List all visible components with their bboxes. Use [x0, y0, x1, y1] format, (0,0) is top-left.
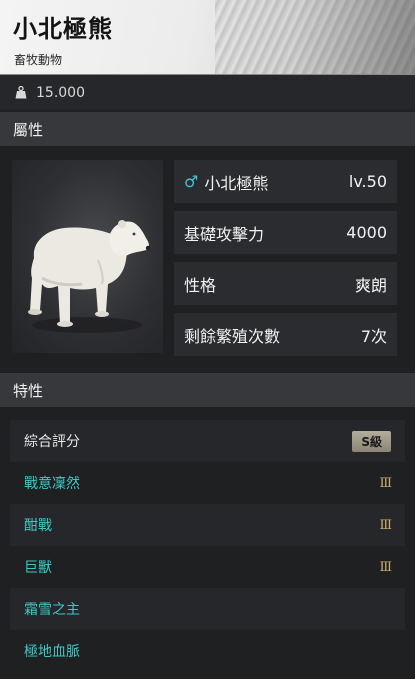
stat-value: 7次	[360, 326, 387, 346]
trait-name: 霜雪之主	[24, 602, 80, 618]
polar-bear-image	[28, 220, 151, 333]
trait-item[interactable]: 巨獸 Ⅲ	[10, 546, 405, 588]
stat-name-level: ♂ 小北極熊 lv.50	[174, 160, 397, 203]
stat-base-attack: 基礎攻擊力 4000	[174, 211, 397, 254]
trait-name: 酣戰	[24, 518, 52, 534]
stat-personality: 性格 爽朗	[174, 262, 397, 305]
page-title: 小北極熊	[13, 15, 113, 43]
trait-item[interactable]: 極地血脈	[10, 630, 405, 672]
stat-breed-remaining: 剩餘繁殖次數 7次	[174, 313, 397, 356]
header-decoration	[215, 0, 415, 74]
trait-name: 極地血脈	[24, 644, 80, 660]
trait-item[interactable]: 霜雪之主	[10, 588, 405, 630]
trait-level: Ⅲ	[379, 475, 392, 491]
trait-name: 巨獸	[24, 560, 52, 576]
trait-level: Ⅲ	[379, 517, 392, 533]
creature-portrait	[12, 160, 163, 353]
weight-icon	[14, 86, 28, 100]
header: 小北極熊 畜牧動物	[0, 0, 415, 74]
stat-label: 剩餘繁殖次數	[184, 326, 281, 346]
stat-label: 小北極熊	[204, 173, 269, 193]
stat-value: 4000	[346, 223, 387, 242]
section-traits: 特性	[0, 373, 415, 407]
trait-overall-rating[interactable]: 綜合評分 S級	[10, 420, 405, 462]
stat-value: 爽朗	[354, 275, 387, 295]
section-attributes: 屬性	[0, 112, 415, 146]
weight-row: 15.000	[0, 74, 415, 110]
trait-item[interactable]: 酣戰 Ⅲ	[10, 504, 405, 546]
trait-name: 綜合評分	[24, 434, 80, 450]
trait-item[interactable]: 戰意凜然 Ⅲ	[10, 462, 405, 504]
section-attributes-label: 屬性	[13, 120, 44, 139]
trait-name: 戰意凜然	[24, 476, 80, 492]
trait-level: Ⅲ	[379, 559, 392, 575]
weight-value: 15.000	[36, 84, 85, 101]
stat-value: lv.50	[348, 172, 387, 191]
section-traits-label: 特性	[13, 381, 44, 400]
trait-list: 綜合評分 S級 戰意凜然 Ⅲ 酣戰 Ⅲ 巨獸 Ⅲ 霜雪之主 極地血脈	[10, 420, 405, 672]
page-subtitle: 畜牧動物	[14, 53, 63, 67]
rating-badge: S級	[352, 430, 391, 452]
male-icon: ♂	[184, 172, 199, 191]
stat-label: 基礎攻擊力	[184, 224, 265, 244]
stat-label: 性格	[184, 275, 217, 295]
